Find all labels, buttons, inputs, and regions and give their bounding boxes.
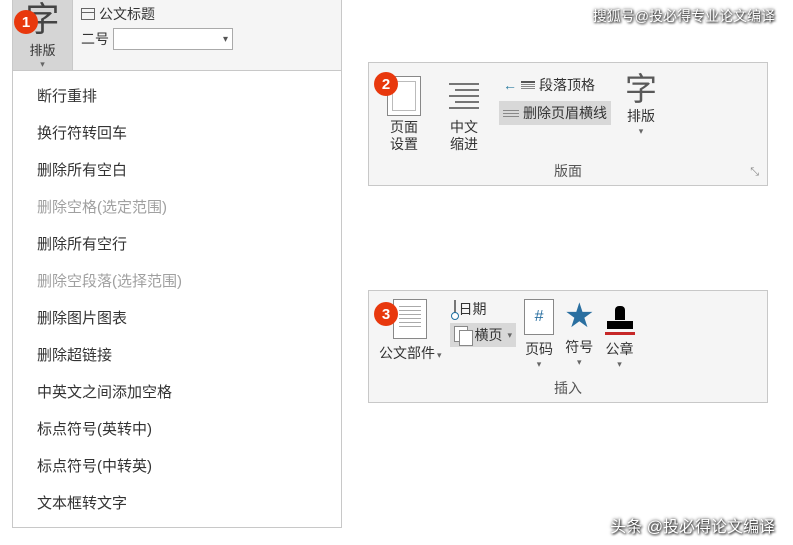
chevron-down-icon: ▾ xyxy=(40,59,45,70)
landscape-button[interactable]: 横页 ▾ xyxy=(450,323,517,347)
menu-item[interactable]: 标点符号(中转英) xyxy=(13,447,341,484)
typeset-char-icon-2: 字 xyxy=(625,73,657,105)
typeset-button-2[interactable]: 字 排版 ▾ xyxy=(621,73,661,137)
paragraph-top-button[interactable]: ← 段落顶格 xyxy=(499,73,611,97)
menu-item[interactable]: 删除图片图表 xyxy=(13,299,341,336)
menu-item[interactable]: 删除所有空白 xyxy=(13,151,341,188)
menu-item: 删除空格(选定范围) xyxy=(13,188,341,225)
paragraph-top-label: 段落顶格 xyxy=(539,75,595,95)
symbol-button[interactable]: ★ 符号 ▾ xyxy=(562,297,596,370)
badge-2: 2 xyxy=(374,72,398,96)
panel-layout-group: 页面 设置 中文 缩进 ← 段落顶格 删除页眉横线 字 排版 ▾ 版面 ⤡ xyxy=(368,62,768,186)
cn-indent-button[interactable]: 中文 缩进 xyxy=(439,73,489,155)
paragraph-lines-icon xyxy=(521,81,535,89)
stamp-button[interactable]: 公章 ▾ xyxy=(603,297,637,372)
cn-indent-label: 中文 缩进 xyxy=(450,119,478,153)
badge-3: 3 xyxy=(374,302,398,326)
chevron-down-icon: ▾ xyxy=(508,330,513,341)
typeset-menu-list: 断行重排换行符转回车删除所有空白删除空格(选定范围)删除所有空行删除空段落(选择… xyxy=(13,71,341,527)
document-title-icon xyxy=(81,8,95,20)
menu-item[interactable]: 删除所有空行 xyxy=(13,225,341,262)
dialog-launcher-icon[interactable]: ⤡ xyxy=(750,166,759,179)
symbol-label: 符号 xyxy=(565,337,593,357)
chevron-down-icon: ▾ xyxy=(639,126,644,137)
menu-item[interactable]: 标点符号(英转中) xyxy=(13,410,341,447)
chevron-down-icon: ▾ xyxy=(537,359,542,370)
stamp-label: 公章 xyxy=(606,339,634,359)
title-label: 公文标题 xyxy=(99,4,155,24)
panel-insert-group: 公文部件▾ 日期 横页▾ # 页码 ▾ ★ 符号 ▾ 公章 ▾ 插 xyxy=(368,290,768,403)
menu-item[interactable]: 换行符转回车 xyxy=(13,114,341,151)
indent-icon xyxy=(449,83,479,109)
menu-item[interactable]: 断行重排 xyxy=(13,77,341,114)
panel-typesetting-dropdown: 字 排版 ▾ 公文标题 二号 断行重排换行符转回车删除所有空白删除空格(选定范围… xyxy=(12,0,342,528)
badge-1: 1 xyxy=(14,10,38,34)
chevron-down-icon: ▾ xyxy=(577,357,582,368)
menu-item[interactable]: 删除超链接 xyxy=(13,336,341,373)
delete-header-line-label: 删除页眉横线 xyxy=(523,103,607,123)
landscape-label: 横页 xyxy=(475,325,503,345)
chevron-down-icon: ▾ xyxy=(437,350,442,360)
page-number-label: 页码 xyxy=(525,339,553,359)
arrow-left-icon: ← xyxy=(503,77,517,93)
group-label-layout: 版面 ⤡ xyxy=(369,155,767,185)
pages-icon xyxy=(454,326,472,344)
font-size-select[interactable] xyxy=(113,28,233,50)
lines-icon xyxy=(503,110,519,117)
date-label: 日期 xyxy=(459,299,487,319)
document-icon xyxy=(393,299,427,339)
font-size-label: 二号 xyxy=(81,29,109,49)
typeset-label-2: 排版 xyxy=(627,106,655,126)
watermark-top: 搜狐号@投必得专业论文编译 xyxy=(593,6,775,26)
group-label-insert: 插入 xyxy=(369,372,767,402)
page-number-icon: # xyxy=(524,299,554,335)
menu-item[interactable]: 文本框转文字 xyxy=(13,484,341,521)
star-icon: ★ xyxy=(564,299,594,333)
watermark-bottom: 头条 @投必得论文编译 xyxy=(610,513,775,537)
clock-badge-icon xyxy=(451,312,459,320)
delete-header-line-button[interactable]: 删除页眉横线 xyxy=(499,101,611,125)
typeset-label: 排版 xyxy=(29,40,55,59)
date-button[interactable]: 日期 xyxy=(450,297,517,321)
page-number-button[interactable]: # 页码 ▾ xyxy=(522,297,556,372)
menu-item[interactable]: 中英文之间添加空格 xyxy=(13,373,341,410)
chevron-down-icon: ▾ xyxy=(617,359,622,370)
stamp-icon xyxy=(605,299,635,335)
title-config-area: 公文标题 二号 xyxy=(73,0,341,70)
menu-item: 删除空段落(选择范围) xyxy=(13,262,341,299)
page-setup-label: 页面 设置 xyxy=(390,119,418,153)
doc-parts-label: 公文部件 xyxy=(379,345,435,361)
